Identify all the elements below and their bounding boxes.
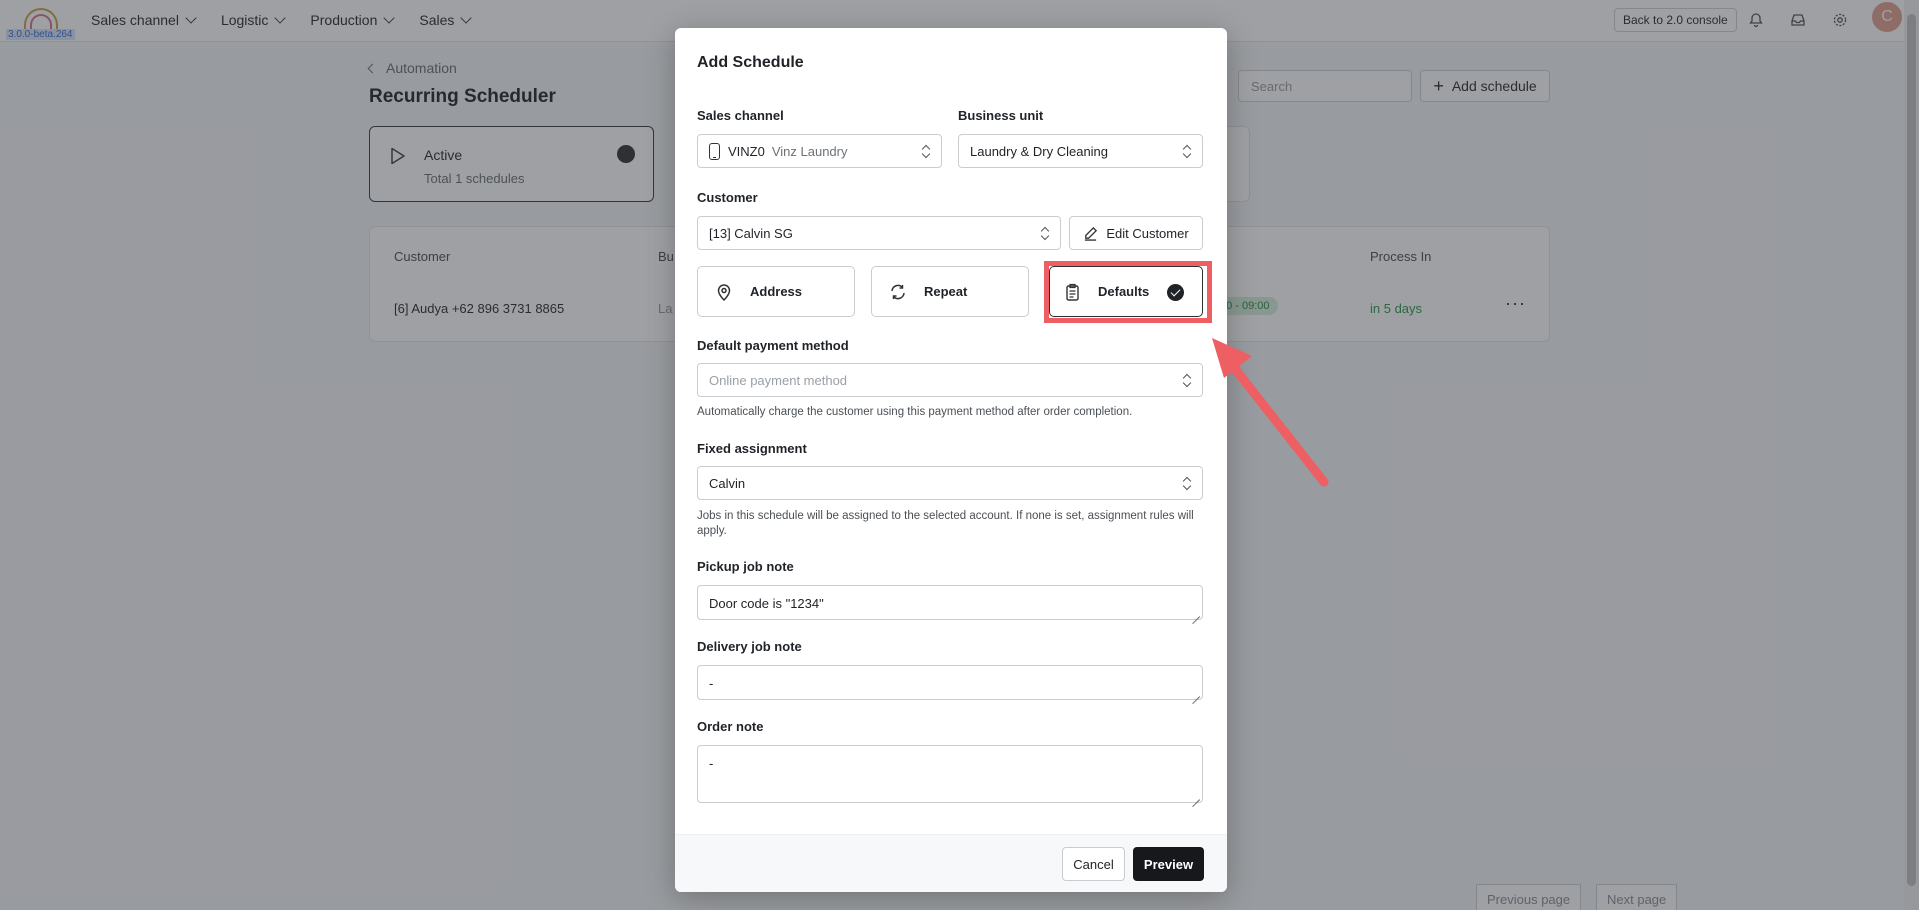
dialog-footer: Cancel Preview (675, 834, 1227, 892)
payment-method-placeholder: Online payment method (709, 372, 848, 388)
payment-method-help: Automatically charge the customer using … (697, 406, 1133, 418)
select-arrows-icon (1183, 477, 1191, 491)
resize-handle-icon[interactable] (1192, 689, 1200, 697)
pickup-note-value: Door code is "1234" (709, 596, 824, 611)
order-note-label: Order note (697, 719, 764, 734)
resize-handle-icon[interactable] (1192, 609, 1200, 617)
sales-channel-label: Sales channel (697, 108, 784, 123)
fixed-assignment-value: Calvin (709, 475, 746, 491)
select-arrows-icon (1183, 374, 1191, 388)
annotation-arrow-icon (1212, 338, 1329, 487)
sales-channel-code: VINZ0 (728, 143, 765, 159)
delivery-note-value: - (709, 676, 714, 691)
cancel-button[interactable]: Cancel (1062, 847, 1125, 881)
add-schedule-dialog: Add Schedule Sales channel VINZ0 Vinz La… (675, 28, 1227, 892)
phone-icon (709, 142, 720, 160)
pencil-icon (1085, 226, 1098, 241)
dialog-title: Add Schedule (697, 54, 804, 71)
delivery-note-textarea[interactable]: - (697, 665, 1203, 700)
pickup-note-textarea[interactable]: Door code is "1234" (697, 585, 1203, 620)
fixed-assignment-help: Jobs in this schedule will be assigned t… (697, 510, 1194, 537)
business-unit-select[interactable]: Laundry & Dry Cleaning (958, 134, 1203, 168)
fixed-assignment-label: Fixed assignment (697, 441, 807, 456)
highlight-box (1044, 261, 1212, 323)
select-arrows-icon (1041, 227, 1049, 241)
select-arrows-icon (922, 145, 930, 159)
delivery-note-label: Delivery job note (697, 639, 802, 654)
business-unit-value: Laundry & Dry Cleaning (970, 143, 1109, 159)
sales-channel-name: Vinz Laundry (771, 143, 848, 159)
tab-repeat[interactable]: Repeat (871, 266, 1029, 317)
select-arrows-icon (1183, 145, 1191, 159)
preview-button[interactable]: Preview (1133, 847, 1204, 881)
map-pin-icon (714, 282, 734, 302)
customer-select[interactable]: [13] Calvin SG (697, 216, 1061, 250)
fixed-assignment-select[interactable]: Calvin (697, 466, 1203, 500)
sales-channel-select[interactable]: VINZ0 Vinz Laundry (697, 134, 942, 168)
customer-label: Customer (697, 190, 758, 205)
edit-customer-label: Edit Customer (1106, 225, 1189, 241)
order-note-value: - (709, 756, 714, 771)
tab-address-label: Address (750, 284, 803, 299)
order-note-textarea[interactable]: - (697, 745, 1203, 803)
business-unit-label: Business unit (958, 108, 1044, 123)
edit-customer-button[interactable]: Edit Customer (1069, 216, 1203, 250)
tab-repeat-label: Repeat (924, 284, 968, 299)
tab-address[interactable]: Address (697, 266, 855, 317)
payment-method-select[interactable]: Online payment method (697, 363, 1203, 397)
resize-handle-icon[interactable] (1192, 792, 1200, 800)
customer-value: [13] Calvin SG (709, 225, 793, 241)
repeat-icon (888, 282, 908, 302)
payment-method-label: Default payment method (697, 338, 849, 353)
pickup-note-label: Pickup job note (697, 559, 794, 574)
